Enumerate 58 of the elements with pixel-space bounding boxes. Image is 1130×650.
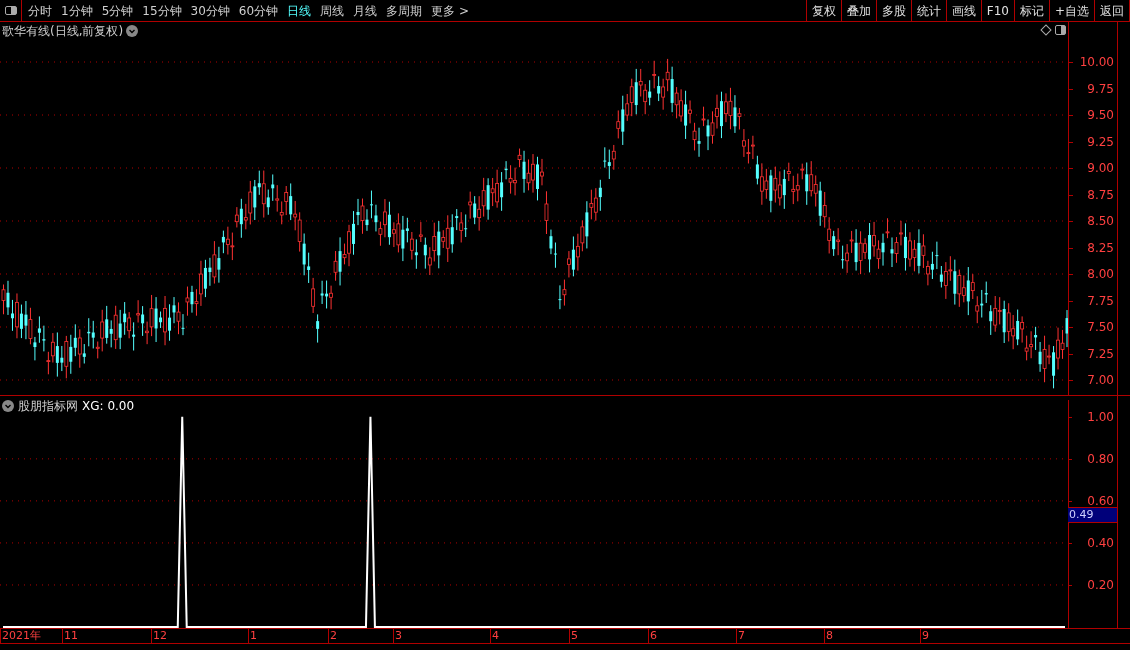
toolbar-button[interactable]: F10 <box>981 0 1015 21</box>
toolbar-button[interactable]: 复权 <box>806 0 842 21</box>
toolbar-button[interactable]: +自选 <box>1049 0 1095 21</box>
date-label: 4 <box>490 629 569 643</box>
price-label: 8.50 <box>1087 215 1114 227</box>
series-value: : 0.00 <box>99 399 135 413</box>
price-label: 7.75 <box>1087 294 1114 307</box>
toolbar-button[interactable]: 画线 <box>946 0 982 21</box>
price-label: 9.25 <box>1087 135 1114 148</box>
value-label: 0.40 <box>1087 536 1114 549</box>
period-tab[interactable]: 周线 <box>320 1 345 20</box>
period-tab[interactable]: 5分钟 <box>101 1 134 20</box>
period-tab[interactable]: 1分钟 <box>61 1 93 20</box>
price-label: 9.50 <box>1087 109 1114 121</box>
date-label: 8 <box>824 629 920 643</box>
value-label: 0.20 <box>1087 578 1114 591</box>
price-label: 9.00 <box>1087 162 1114 174</box>
period-tab[interactable]: 15分钟 <box>142 1 182 20</box>
date-label: 12 <box>151 629 248 643</box>
panel-toggle-icon[interactable] <box>1055 25 1066 35</box>
dropdown-icon[interactable] <box>126 25 139 37</box>
price-label: 7.00 <box>1087 374 1114 386</box>
date-label: 1 <box>248 629 328 643</box>
date-label: 11 <box>62 629 151 643</box>
date-label: 5 <box>569 629 648 643</box>
chart-title: 歌华有线(日线,前复权) <box>2 23 124 40</box>
period-tab[interactable]: 更多 > <box>431 1 469 20</box>
value-label: 0.60 <box>1087 494 1114 507</box>
series-name: XG <box>82 399 100 413</box>
date-label: 9 <box>920 629 1070 643</box>
period-tab[interactable]: 多周期 <box>386 1 423 20</box>
period-tab[interactable]: 30分钟 <box>190 1 230 20</box>
cursor-value-label: 0.49 <box>1068 507 1117 523</box>
date-label: 7 <box>736 629 824 643</box>
period-tab[interactable]: 月线 <box>353 1 378 20</box>
date-label: 6 <box>648 629 736 643</box>
date-label: 2 <box>328 629 393 643</box>
indicator-title: 股朋指标网 <box>18 398 78 415</box>
value-label: 1.00 <box>1087 410 1114 423</box>
period-tab[interactable]: 日线 <box>287 1 312 20</box>
price-label: 9.75 <box>1087 82 1114 95</box>
toolbar-button[interactable]: 多股 <box>876 0 912 21</box>
price-label: 10.00 <box>1079 56 1114 68</box>
date-label: 3 <box>393 629 490 643</box>
toolbar-button[interactable]: 标记 <box>1014 0 1050 21</box>
period-tab[interactable]: 分时 <box>28 1 52 20</box>
toolbar-button[interactable]: 叠加 <box>841 0 877 21</box>
value-label: 0.80 <box>1087 452 1114 465</box>
price-label: 8.25 <box>1087 241 1114 254</box>
dropdown-icon[interactable] <box>2 400 14 412</box>
date-label: 2021年 <box>0 629 62 643</box>
price-label: 7.25 <box>1087 347 1114 360</box>
price-label: 7.50 <box>1087 321 1114 333</box>
period-tab[interactable]: 60分钟 <box>238 1 279 20</box>
price-label: 8.00 <box>1087 268 1114 280</box>
toolbar-button[interactable]: 返回 <box>1095 0 1130 21</box>
price-label: 8.75 <box>1087 188 1114 201</box>
toolbar-button[interactable]: 统计 <box>911 0 947 21</box>
